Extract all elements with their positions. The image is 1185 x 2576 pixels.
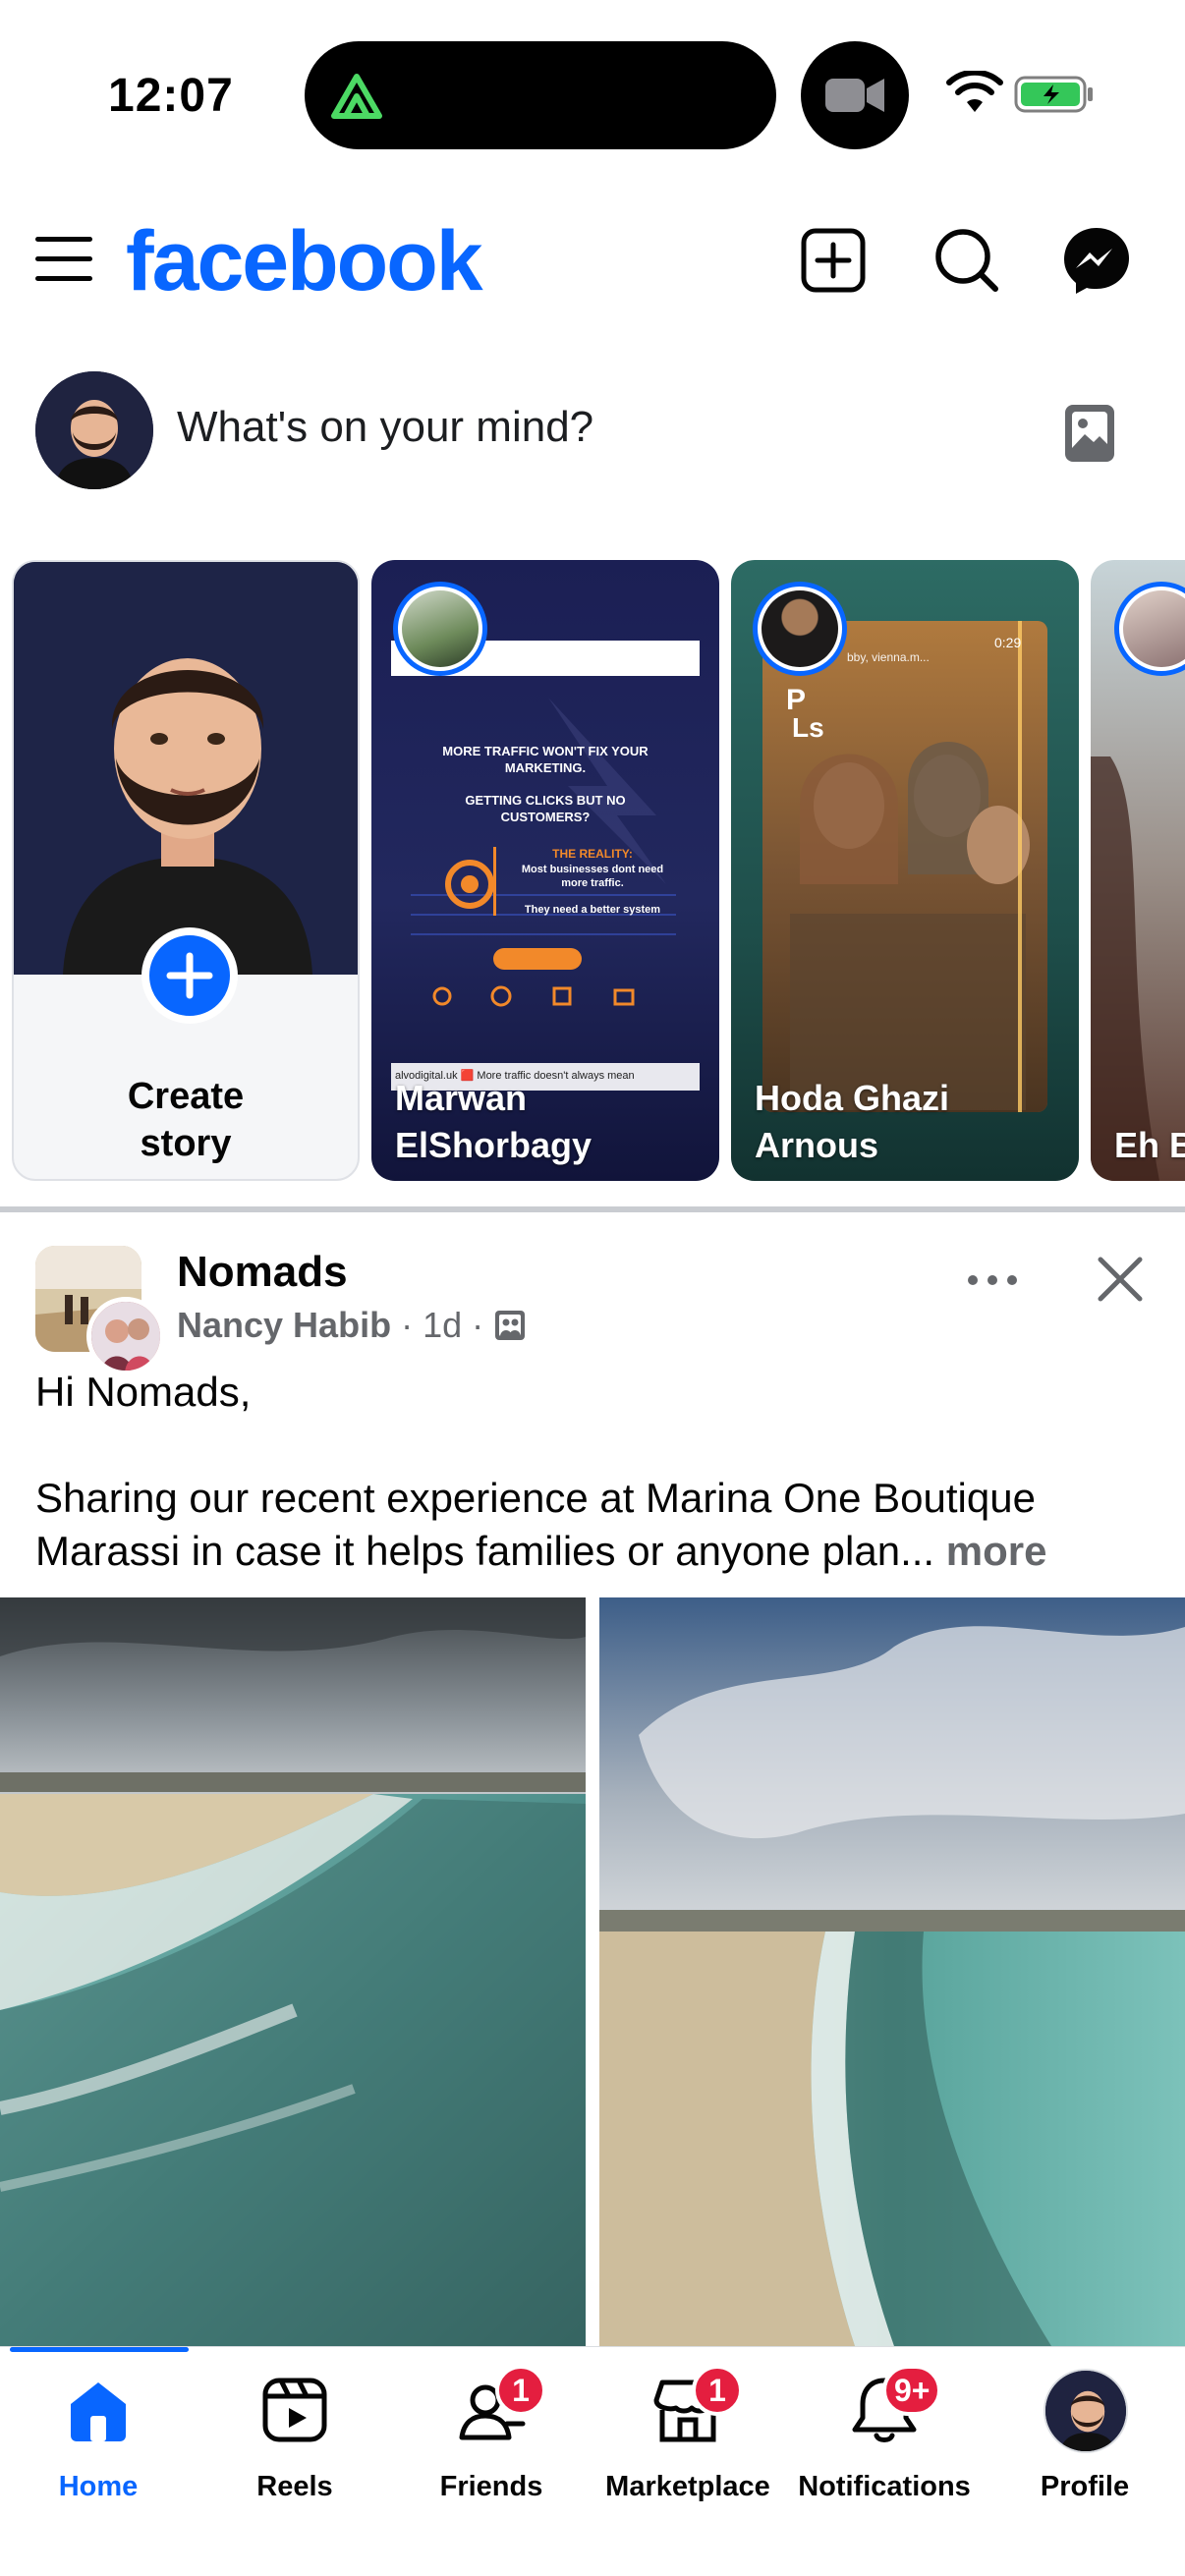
post-header: Nomads Nancy Habib · 1d · <box>0 1228 1185 1375</box>
section-divider <box>0 1206 1185 1212</box>
messenger-icon <box>1064 228 1129 294</box>
nav-friends[interactable]: 1 Friends <box>393 2365 590 2512</box>
more-options-icon[interactable] <box>963 1265 1022 1295</box>
create-story-card[interactable]: Create story <box>12 560 360 1181</box>
marketplace-badge: 1 <box>692 2365 743 2416</box>
photo-icon[interactable] <box>1063 403 1116 464</box>
active-tab-indicator <box>10 2347 189 2352</box>
post-text: Sharing our recent experience at Marina … <box>35 1475 1047 1574</box>
story-name: Eh B <box>1114 1125 1185 1165</box>
wifi-icon <box>946 71 1003 112</box>
post-photo-2[interactable] <box>599 1597 1185 2346</box>
story-card-eh-b[interactable]: Eh B <box>1091 560 1185 1181</box>
nav-marketplace[interactable]: 1 Marketplace <box>590 2365 786 2512</box>
dynamic-island <box>305 41 776 149</box>
status-time: 12:07 <box>108 70 234 122</box>
camera-activity-icon <box>801 41 909 149</box>
story-tag: bby, vienna.m... <box>847 650 930 664</box>
post-photos <box>0 1597 1185 2346</box>
nav-friends-label: Friends <box>439 2471 543 2502</box>
story-card-marwan[interactable]: MORE TRAFFIC WON'T FIX YOUR MARKETING. G… <box>371 560 719 1181</box>
post-photo-1[interactable] <box>0 1597 586 2346</box>
plus-icon <box>166 952 213 999</box>
hide-post-icon[interactable] <box>1093 1252 1148 1307</box>
see-more-link[interactable]: more <box>946 1528 1047 1574</box>
nav-profile-label: Profile <box>1040 2471 1130 2502</box>
whats-on-your-mind-input[interactable]: What's on your mind? <box>177 403 593 452</box>
create-story-image <box>14 562 358 975</box>
meta-separator: · <box>401 1305 414 1345</box>
friends-badge: 1 <box>495 2365 546 2416</box>
story-caption: MORE TRAFFIC WON'T FIX YOUR MARKETING. <box>442 744 649 775</box>
post-greeting: Hi Nomads, <box>35 1369 252 1415</box>
user-avatar[interactable] <box>35 371 153 489</box>
status-bar: 12:07 <box>0 0 1185 187</box>
author-name[interactable]: Nancy Habib <box>177 1305 391 1346</box>
story-name: Marwan ElShorbagy <box>395 1078 592 1165</box>
story-caption: They need a better system <box>524 904 661 916</box>
nav-home[interactable]: Home <box>0 2375 197 2512</box>
search-icon <box>935 229 998 292</box>
nav-notifications-label: Notifications <box>798 2471 971 2502</box>
group-audience-icon <box>495 1311 526 1340</box>
plus-square-icon <box>801 228 866 293</box>
nav-reels[interactable]: Reels <box>197 2375 393 2512</box>
profile-avatar <box>1044 2369 1128 2453</box>
reels-icon <box>262 2378 327 2442</box>
messenger-button[interactable] <box>1061 225 1132 296</box>
post-composer: What's on your mind? <box>0 364 1185 501</box>
avatar-image <box>35 371 153 489</box>
meta-separator: · <box>472 1305 484 1345</box>
create-story-label: Create story <box>127 1076 245 1164</box>
nav-marketplace-label: Marketplace <box>605 2471 770 2502</box>
facebook-logo[interactable]: facebook <box>126 213 483 310</box>
home-icon <box>71 2382 126 2441</box>
post-body: Hi Nomads, Sharing our recent experience… <box>35 1366 1156 1578</box>
story-caption: GETTING CLICKS BUT NO CUSTOMERS? <box>465 793 626 824</box>
create-post-button[interactable] <box>798 225 869 296</box>
nav-reels-label: Reels <box>256 2471 333 2502</box>
nav-profile[interactable]: Profile <box>987 2369 1183 2512</box>
author-avatar[interactable] <box>86 1297 165 1375</box>
notifications-badge: 9+ <box>882 2365 942 2416</box>
menu-icon[interactable] <box>33 229 94 290</box>
group-name[interactable]: Nomads <box>177 1248 348 1297</box>
app-header: facebook <box>0 201 1185 319</box>
story-avatar <box>393 582 487 676</box>
story-duration: 0:29 <box>994 635 1022 650</box>
story-avatar <box>753 582 847 676</box>
story-card-hoda[interactable]: P Ls 0:29 bby, vienna.m... Hoda Ghazi Ar… <box>731 560 1079 1181</box>
bottom-navigation: Home Reels 1 Friends 1 Marketplace 9+ No… <box>0 2346 1185 2576</box>
battery-icon <box>1014 76 1093 113</box>
story-name: Hoda Ghazi Arnous <box>755 1078 950 1165</box>
app-activity-icon <box>331 74 382 119</box>
nav-home-label: Home <box>58 2471 139 2502</box>
post-meta: Nancy Habib · 1d · <box>177 1305 527 1346</box>
post-time[interactable]: 1d <box>423 1305 462 1346</box>
stories-tray: Create story MORE TRAFFIC WON'T FIX YOUR… <box>0 560 1185 1184</box>
story-caption: Most businesses dont need more traffic. <box>521 864 664 889</box>
search-button[interactable] <box>931 225 1002 296</box>
svg-text:Ls: Ls <box>792 712 824 743</box>
story-caption: THE REALITY: <box>552 847 633 861</box>
add-story-button[interactable] <box>141 927 238 1024</box>
nav-notifications[interactable]: 9+ Notifications <box>786 2365 983 2512</box>
